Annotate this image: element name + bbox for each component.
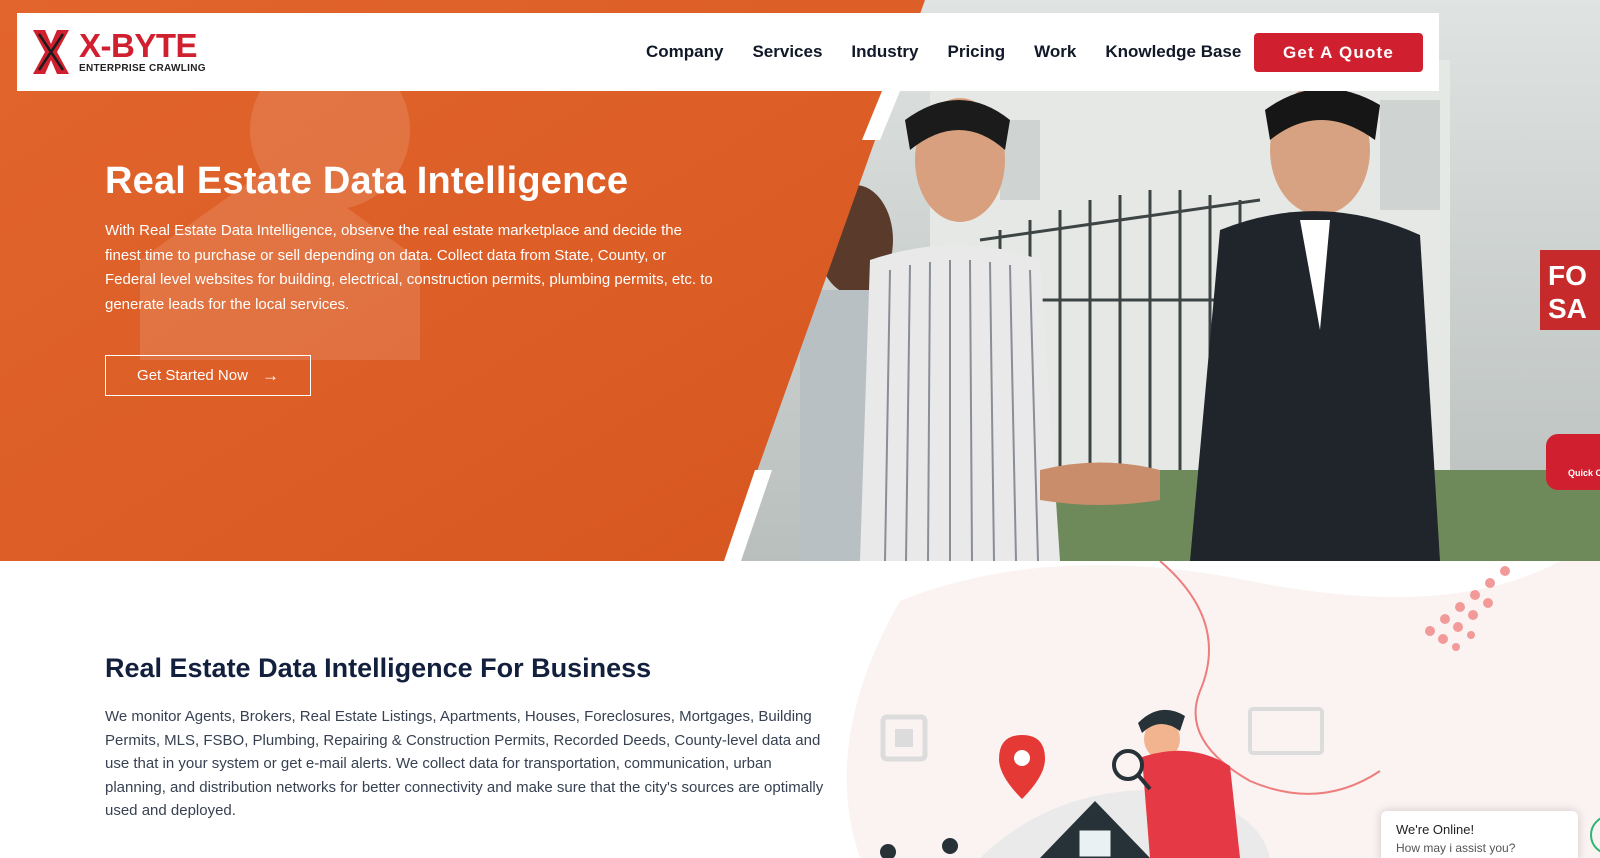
chat-widget[interactable]: We're Online! How may i assist you? — [1381, 811, 1578, 858]
nav-company[interactable]: Company — [646, 42, 723, 62]
nav-work[interactable]: Work — [1034, 42, 1076, 62]
section-description: We monitor Agents, Brokers, Real Estate … — [105, 708, 824, 819]
arrow-right-icon: → — [261, 365, 279, 385]
brand-name: X-BYTE — [79, 26, 198, 64]
xbyte-logo-icon — [33, 30, 69, 74]
nav-knowledge-base[interactable]: Knowledge Base — [1105, 42, 1241, 62]
quick-contact-label: Quick C — [1568, 468, 1600, 478]
nav-industry[interactable]: Industry — [851, 42, 918, 62]
hero-title: Real Estate Data Intelligence — [105, 160, 629, 202]
get-a-quote-button[interactable]: Get A Quote — [1254, 33, 1423, 72]
get-started-label: Get Started Now — [137, 367, 248, 384]
chat-title: We're Online! — [1396, 822, 1475, 837]
quick-contact-tab[interactable]: Quick C — [1546, 434, 1600, 490]
business-section: Real Estate Data Intelligence For Busine… — [0, 561, 1600, 858]
nav-services[interactable]: Services — [752, 42, 822, 62]
chat-subtitle: How may i assist you? — [1396, 841, 1516, 855]
nav-pricing[interactable]: Pricing — [947, 42, 1005, 62]
get-started-button[interactable]: Get Started Now → — [105, 355, 311, 396]
hero-description: With Real Estate Data Intelligence, obse… — [105, 222, 713, 313]
logo[interactable]: X-BYTE ENTERPRISE CRAWLING — [31, 28, 206, 76]
brand-tagline: ENTERPRISE CRAWLING — [79, 62, 206, 74]
section-title: Real Estate Data Intelligence For Busine… — [105, 653, 652, 683]
navbar: X-BYTE ENTERPRISE CRAWLING Company Servi… — [17, 13, 1439, 91]
main-nav: Company Services Industry Pricing Work K… — [646, 13, 1241, 91]
